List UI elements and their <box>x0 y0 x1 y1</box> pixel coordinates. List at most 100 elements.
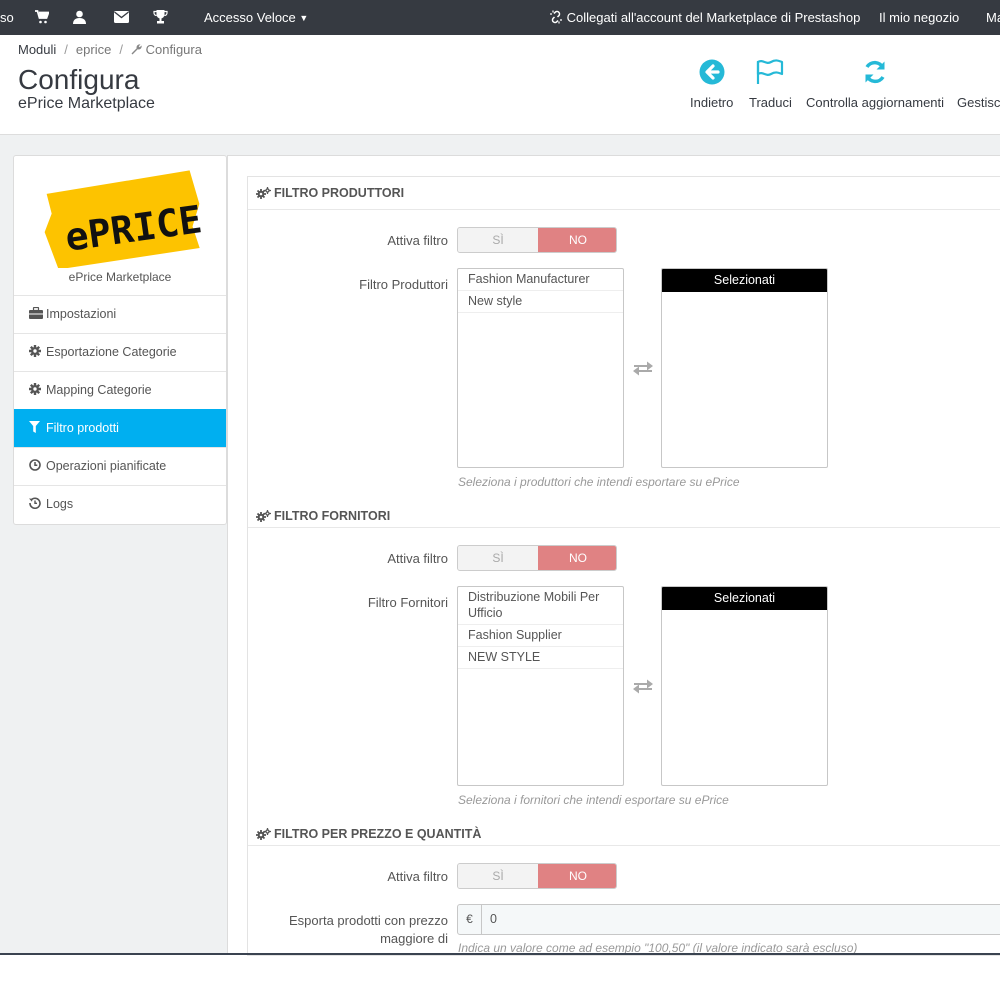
breadcrumb: Moduli / eprice / Configura <box>18 42 202 57</box>
sidebar-item-product-filter[interactable]: Filtro prodotti <box>14 409 226 447</box>
switch-no[interactable]: NO <box>538 546 616 570</box>
active-filter-label: Attiva filtro <box>387 551 448 566</box>
price-min-value[interactable]: 0 <box>490 905 497 934</box>
price-min-input[interactable]: € 0 <box>457 904 1000 935</box>
wrench-icon <box>131 42 142 57</box>
topbar-cut-right[interactable]: Ma <box>986 0 1000 35</box>
switch-no[interactable]: NO <box>538 864 616 888</box>
my-shop-link[interactable]: Il mio negozio <box>879 0 959 35</box>
suppliers-filter-label: Filtro Fornitori <box>367 595 448 610</box>
section-heading-price: FILTRO PER PREZZO E QUANTITÀ <box>256 827 481 841</box>
page-header: Moduli / eprice / Configura Configura ePric… <box>0 35 1000 135</box>
quick-access-menu[interactable]: Accesso Veloce ▼ <box>204 0 308 35</box>
producers-filter-label: Filtro Produttori <box>359 277 448 292</box>
module-caption: ePrice Marketplace <box>68 270 172 284</box>
currency-addon: € <box>458 905 482 934</box>
back-label: Indietro <box>690 95 734 110</box>
suppliers-selected-list[interactable]: Selezionati <box>661 586 828 786</box>
section-heading-suppliers: FILTRO FORNITORI <box>256 509 390 523</box>
manage-label: Gestisci <box>957 95 1000 110</box>
sidebar-item-logs[interactable]: Logs <box>14 485 226 523</box>
sidebar-item-label: Filtro prodotti <box>46 421 119 435</box>
quick-access-label: Accesso Veloce <box>204 10 296 25</box>
active-filter-label: Attiva filtro <box>387 233 448 248</box>
envelope-icon[interactable] <box>114 11 129 23</box>
switch-no[interactable]: NO <box>538 228 616 252</box>
price-filter-switch[interactable]: SÌ NO <box>457 863 617 889</box>
sidebar-item-scheduled-operations[interactable]: Operazioni pianificate <box>14 447 226 485</box>
link-broken-icon <box>550 10 562 24</box>
eprice-logo: ePRICE <box>42 168 205 270</box>
price-min-label: Esporta prodotti con prezzo maggiore di <box>248 913 448 946</box>
page-subtitle: ePrice Marketplace <box>18 95 155 112</box>
selected-header: Selezionati <box>662 587 827 610</box>
list-item[interactable]: NEW STYLE <box>458 647 623 669</box>
briefcase-icon <box>29 297 43 319</box>
section-heading-producers: FILTRO PRODUTTORI <box>256 186 404 200</box>
sidebar-item-category-export[interactable]: Esportazione Categorie <box>14 333 226 371</box>
gears-icon <box>256 510 271 522</box>
arrow-left-circle-icon <box>699 59 725 85</box>
section-heading-label: FILTRO FORNITORI <box>274 509 391 523</box>
refresh-icon <box>865 60 885 84</box>
list-item[interactable]: New style <box>458 291 623 313</box>
gear-icon <box>29 335 43 357</box>
history-icon <box>29 487 43 510</box>
list-item[interactable]: Fashion Supplier <box>458 625 623 647</box>
top-navbar: so Accesso Veloce ▼ Collegati all'accoun… <box>0 0 1000 35</box>
content-area: FILTRO PRODUTTORI Attiva filtro SÌ NO Fi… <box>227 155 1000 956</box>
sidebar-item-label: Esportazione Categorie <box>46 345 177 359</box>
cart-icon[interactable] <box>35 10 49 24</box>
gears-icon <box>256 187 271 199</box>
page-body: ePRICE ePrice Marketplace Impostazioni E… <box>0 135 1000 956</box>
sidebar-item-label: Operazioni pianificate <box>46 459 167 473</box>
manage-button[interactable]: Gestisci <box>957 59 1000 110</box>
list-item[interactable]: Fashion Manufacturer <box>458 269 623 291</box>
sidebar-item-category-mapping[interactable]: Mapping Categorie <box>14 371 226 409</box>
filters-panel: FILTRO PRODUTTORI Attiva filtro SÌ NO Fi… <box>247 176 1000 956</box>
sidebar-item-label: Logs <box>46 497 74 511</box>
flag-icon <box>757 59 784 84</box>
trophy-icon[interactable] <box>153 10 168 24</box>
clock-icon <box>29 449 43 471</box>
breadcrumb-eprice[interactable]: eprice <box>76 42 111 57</box>
producers-help-text: Seleziona i produttori che intendi espor… <box>458 475 740 489</box>
suppliers-filter-switch[interactable]: SÌ NO <box>457 545 617 571</box>
price-min-label-line2: maggiore di <box>380 931 448 946</box>
translate-label: Traduci <box>749 95 792 110</box>
check-updates-button[interactable]: Controlla aggiornamenti <box>806 59 944 110</box>
sidebar-item-label: Mapping Categorie <box>46 383 152 397</box>
section-heading-label: FILTRO PRODUTTORI <box>274 186 405 200</box>
breadcrumb-modules[interactable]: Moduli <box>18 42 56 57</box>
gears-icon <box>256 828 271 840</box>
bottom-border <box>0 953 1000 955</box>
switch-yes[interactable]: SÌ <box>458 228 538 252</box>
price-min-label-line1: Esporta prodotti con prezzo <box>289 913 448 928</box>
section-divider <box>248 845 1000 846</box>
topbar-cut-text: so <box>0 10 14 25</box>
swap-arrows-icon[interactable] <box>632 678 654 694</box>
suppliers-help-text: Seleziona i fornitori che intendi esport… <box>458 793 729 807</box>
back-button[interactable]: Indietro <box>690 59 733 110</box>
suppliers-available-list[interactable]: Distribuzione Mobili Per Ufficio Fashion… <box>457 586 624 786</box>
list-item[interactable]: Distribuzione Mobili Per Ufficio <box>458 587 623 625</box>
section-heading-label: FILTRO PER PREZZO E QUANTITÀ <box>274 827 482 841</box>
page-title: Configura <box>18 64 140 95</box>
switch-yes[interactable]: SÌ <box>458 546 538 570</box>
marketplace-link-label: Collegati all'account del Marketplace di… <box>566 10 861 25</box>
filter-icon <box>29 411 43 433</box>
sidebar-item-settings[interactable]: Impostazioni <box>14 295 226 333</box>
active-filter-label: Attiva filtro <box>387 869 448 884</box>
sidebar-item-label: Impostazioni <box>46 307 117 321</box>
translate-button[interactable]: Traduci <box>749 59 792 110</box>
marketplace-link[interactable]: Collegati all'account del Marketplace di… <box>549 0 860 35</box>
producers-selected-list[interactable]: Selezionati <box>661 268 828 468</box>
producers-filter-switch[interactable]: SÌ NO <box>457 227 617 253</box>
producers-available-list[interactable]: Fashion Manufacturer New style <box>457 268 624 468</box>
switch-yes[interactable]: SÌ <box>458 864 538 888</box>
module-sidebar: ePRICE ePrice Marketplace Impostazioni E… <box>13 155 227 525</box>
caret-down-icon: ▼ <box>299 13 309 23</box>
user-icon[interactable] <box>73 10 86 24</box>
swap-arrows-icon[interactable] <box>632 360 654 376</box>
section-divider <box>248 527 1000 528</box>
